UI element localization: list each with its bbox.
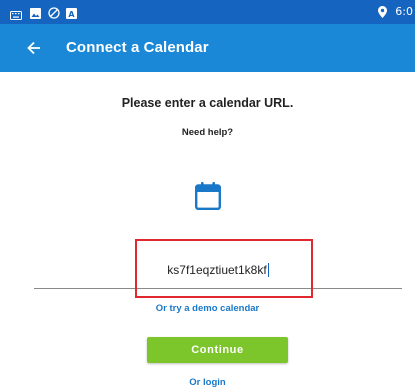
svg-text:A: A bbox=[68, 10, 75, 19]
arrow-left-icon bbox=[27, 41, 40, 55]
calendar-icon bbox=[195, 182, 222, 215]
app-bar: Connect a Calendar bbox=[0, 24, 415, 72]
demo-calendar-link[interactable]: Or try a demo calendar bbox=[0, 303, 415, 314]
help-link[interactable]: Need help? bbox=[0, 127, 415, 138]
keyboard-icon bbox=[10, 7, 22, 25]
continue-button[interactable]: Continue bbox=[147, 337, 288, 363]
notification-a-icon: A bbox=[66, 6, 77, 24]
prompt-heading: Please enter a calendar URL. bbox=[121, 96, 294, 110]
page-title: Connect a Calendar bbox=[66, 39, 209, 56]
highlight-box bbox=[135, 239, 313, 298]
status-time: 6:0 bbox=[395, 5, 413, 18]
do-not-disturb-icon bbox=[48, 6, 60, 24]
back-button[interactable] bbox=[20, 34, 48, 62]
location-pin-icon bbox=[378, 5, 387, 23]
status-bar: A 6:0 bbox=[0, 0, 415, 24]
login-link[interactable]: Or login bbox=[0, 377, 415, 388]
image-icon bbox=[30, 6, 41, 24]
